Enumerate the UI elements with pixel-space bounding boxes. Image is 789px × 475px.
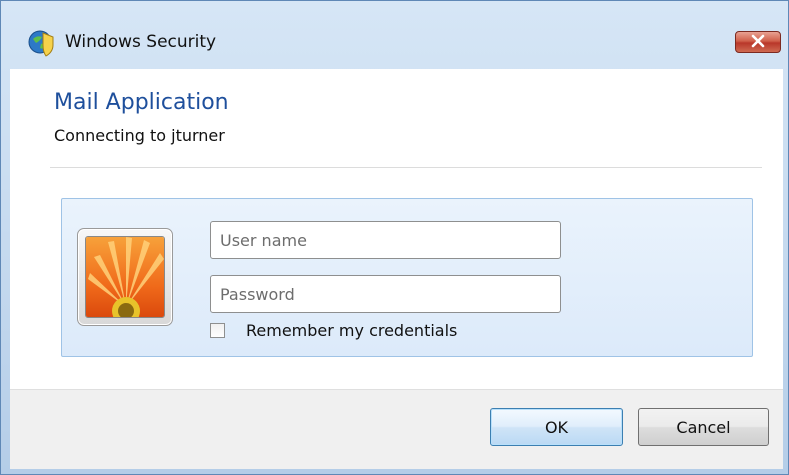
remember-checkbox[interactable] xyxy=(210,322,225,338)
cancel-button[interactable]: Cancel xyxy=(638,408,769,446)
close-button[interactable] xyxy=(735,31,781,53)
divider xyxy=(50,167,762,168)
user-avatar-flower-icon xyxy=(85,236,165,318)
close-icon xyxy=(750,33,766,52)
password-input[interactable] xyxy=(210,275,561,313)
app-title: Mail Application xyxy=(54,90,229,115)
ok-button[interactable]: OK xyxy=(490,408,623,446)
button-bar: OK Cancel xyxy=(10,389,783,469)
username-input[interactable] xyxy=(210,221,561,259)
dialog-content: Mail Application Connecting to jturner U… xyxy=(10,69,783,389)
remember-credentials-option[interactable]: Remember my credentials xyxy=(210,319,457,341)
remember-label: Remember my credentials xyxy=(246,320,458,340)
dialog-window: Windows Security Mail Application Connec… xyxy=(0,0,789,475)
title-bar[interactable]: Windows Security xyxy=(1,1,789,57)
connecting-text: Connecting to jturner xyxy=(54,126,225,145)
window-title: Windows Security xyxy=(65,32,217,52)
credential-tile: Remember my credentials xyxy=(61,198,753,357)
avatar xyxy=(77,228,173,326)
security-shield-icon xyxy=(27,29,57,59)
